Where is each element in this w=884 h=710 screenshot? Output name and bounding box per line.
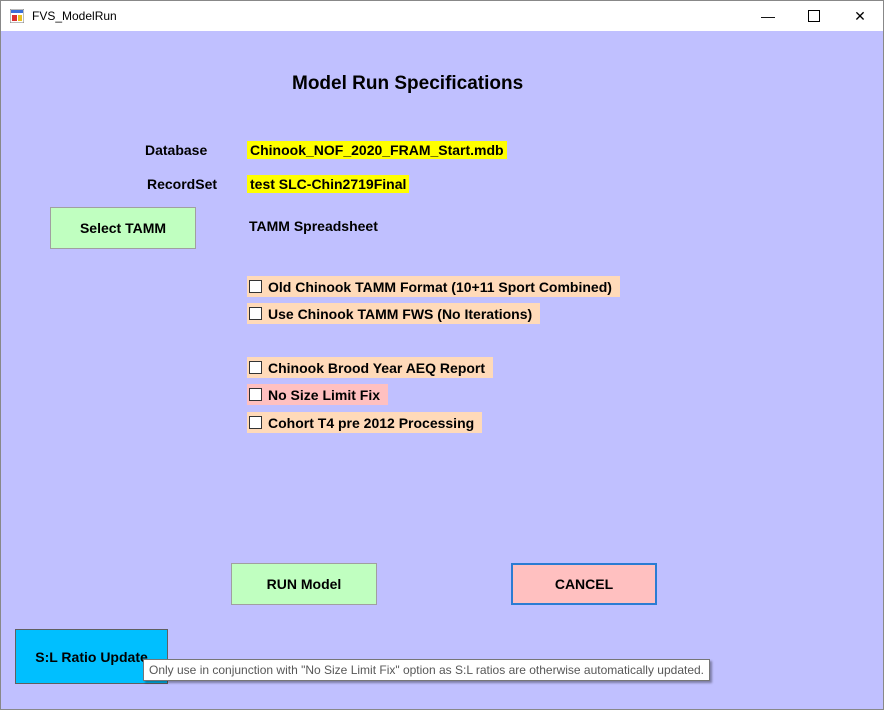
- maximize-button[interactable]: [791, 1, 837, 31]
- recordset-value: test SLC-Chin2719Final: [247, 175, 410, 193]
- database-value: Chinook_NOF_2020_FRAM_Start.mdb: [247, 141, 507, 159]
- option-label: Cohort T4 pre 2012 Processing: [268, 414, 475, 431]
- cancel-label: CANCEL: [554, 576, 614, 592]
- checkbox-icon[interactable]: [249, 307, 262, 320]
- run-model-button[interactable]: RUN Model: [231, 563, 377, 605]
- option-label: Chinook Brood Year AEQ Report: [268, 359, 486, 376]
- option-no-size-limit-fix[interactable]: No Size Limit Fix: [247, 384, 389, 405]
- maximize-icon: [808, 10, 820, 22]
- window-title: FVS_ModelRun: [32, 9, 117, 23]
- app-icon: [10, 9, 24, 23]
- checkbox-icon[interactable]: [249, 280, 262, 293]
- option-label: Old Chinook TAMM Format (10+11 Sport Com…: [268, 278, 612, 295]
- minimize-button[interactable]: —: [745, 1, 791, 31]
- option-label: Use Chinook TAMM FWS (No Iterations): [268, 305, 533, 322]
- tamm-spreadsheet-label: TAMM Spreadsheet: [249, 218, 378, 234]
- checkbox-icon[interactable]: [249, 416, 262, 429]
- minimize-icon: —: [761, 8, 775, 24]
- checkbox-icon[interactable]: [249, 361, 262, 374]
- title-bar: FVS_ModelRun — ✕: [1, 1, 883, 31]
- checkbox-icon[interactable]: [249, 388, 262, 401]
- option-label: No Size Limit Fix: [268, 386, 381, 403]
- sl-ratio-update-label: S:L Ratio Update: [35, 648, 148, 665]
- run-model-label: RUN Model: [266, 576, 342, 592]
- option-cohort-t4[interactable]: Cohort T4 pre 2012 Processing: [247, 412, 483, 433]
- form-client-area: Model Run Specifications Database Chinoo…: [1, 31, 883, 709]
- option-brood-year-aeq[interactable]: Chinook Brood Year AEQ Report: [247, 357, 494, 378]
- recordset-label: RecordSet: [147, 176, 218, 192]
- database-label: Database: [145, 142, 208, 158]
- select-tamm-label: Select TAMM: [79, 220, 167, 236]
- select-tamm-button[interactable]: Select TAMM: [50, 207, 196, 249]
- option-use-tamm-fws[interactable]: Use Chinook TAMM FWS (No Iterations): [247, 303, 541, 324]
- option-old-tamm-format[interactable]: Old Chinook TAMM Format (10+11 Sport Com…: [247, 276, 620, 297]
- app-window: FVS_ModelRun — ✕ Model Run Specification…: [0, 0, 884, 710]
- close-button[interactable]: ✕: [837, 1, 883, 31]
- page-title: Model Run Specifications: [292, 73, 524, 94]
- close-icon: ✕: [854, 7, 866, 24]
- sl-ratio-tooltip: Only use in conjunction with "No Size Li…: [143, 659, 711, 681]
- cancel-button[interactable]: CANCEL: [511, 563, 657, 605]
